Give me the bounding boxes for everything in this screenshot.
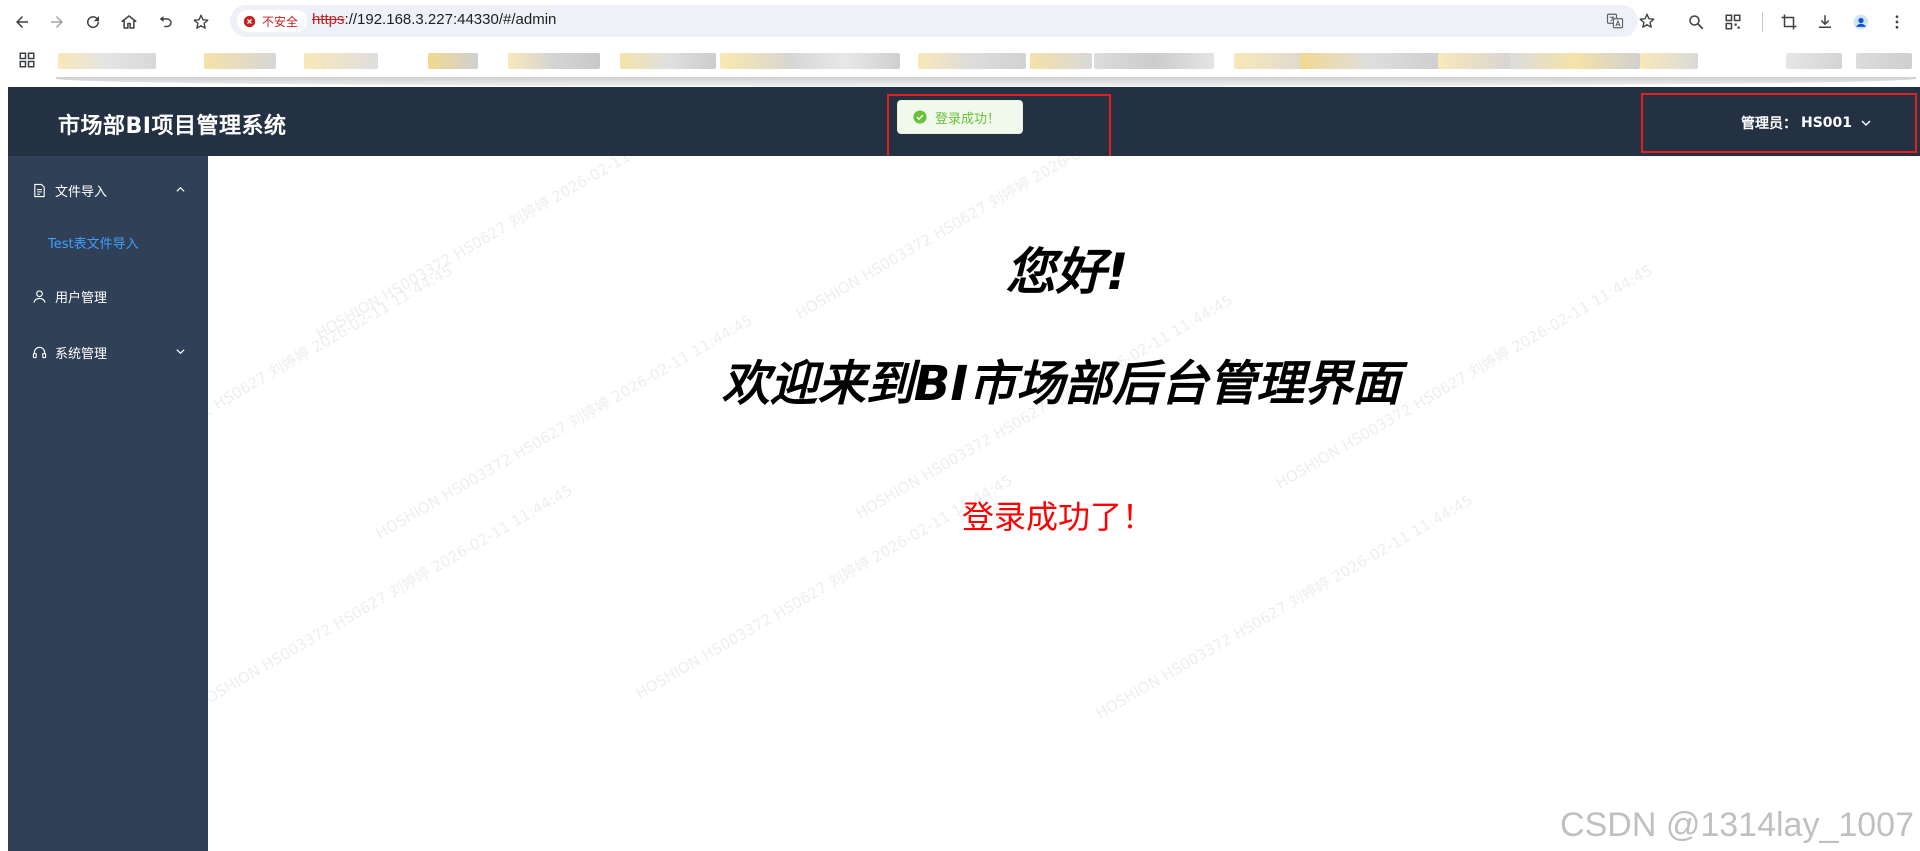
bookmark-item[interactable] xyxy=(1510,53,1640,69)
url-text[interactable]: https://192.168.3.227:44330/#/admin xyxy=(312,11,556,28)
highlight-box-user xyxy=(1641,93,1917,153)
welcome-heading: 欢迎来到BI市场部后台管理界面 xyxy=(721,356,1401,412)
bookmark-item[interactable] xyxy=(1856,53,1912,69)
browser-toolbar: 不安全 https://192.168.3.227:44330/#/admin xyxy=(0,0,1920,43)
more-menu-icon[interactable] xyxy=(1886,11,1908,33)
document-icon xyxy=(34,183,45,197)
greeting-heading: 您好! xyxy=(1005,243,1129,301)
bookmark-item[interactable] xyxy=(1786,53,1842,69)
bookmark-item[interactable] xyxy=(1300,53,1440,69)
sidebar-subitem-label: Test表文件导入 xyxy=(48,236,139,252)
crop-icon[interactable] xyxy=(1778,11,1800,33)
screen: 不安全 https://192.168.3.227:44330/#/admin xyxy=(0,0,1920,851)
bookmark-item[interactable] xyxy=(620,53,716,69)
app-title: 市场部BI项目管理系统 xyxy=(58,114,287,139)
bookmark-item[interactable] xyxy=(1438,53,1514,69)
bookmark-item[interactable] xyxy=(790,53,900,69)
main-content: HOSHION HS003372 HS0627 刘婷婷 2026-02-11 1… xyxy=(208,156,1920,851)
sidebar-item-system-management[interactable]: 系统管理 xyxy=(8,328,208,376)
bookmark-item[interactable] xyxy=(1094,53,1214,69)
sidebar: 文件导入 Test表文件导入 用户管理 系统管理 xyxy=(8,156,208,851)
translate-icon[interactable] xyxy=(1606,12,1624,30)
address-bar[interactable]: 不安全 https://192.168.3.227:44330/#/admin xyxy=(230,5,1655,37)
apps-grid-icon[interactable] xyxy=(16,49,38,71)
zoom-search-icon[interactable] xyxy=(1685,11,1707,33)
chevron-up-icon xyxy=(176,186,185,192)
download-icon[interactable] xyxy=(1814,11,1836,33)
chevron-down-icon xyxy=(176,349,185,355)
reload-icon[interactable] xyxy=(82,11,104,33)
bookmark-star-icon[interactable] xyxy=(190,11,212,33)
bookmark-item[interactable] xyxy=(1640,53,1698,69)
bookmark-item[interactable] xyxy=(428,53,478,69)
url-scheme: https xyxy=(312,11,345,28)
bookmark-item[interactable] xyxy=(204,53,276,69)
url-rest: ://192.168.3.227:44330/#/admin xyxy=(344,11,557,28)
highlight-box-toast xyxy=(887,94,1111,158)
home-icon[interactable] xyxy=(118,11,140,33)
star-icon[interactable] xyxy=(1638,12,1656,30)
profile-avatar-icon[interactable] xyxy=(1850,11,1872,33)
sidebar-item-file-import[interactable]: 文件导入 xyxy=(8,166,208,214)
sidebar-item-label: 用户管理 xyxy=(55,290,108,306)
forward-arrow-icon[interactable] xyxy=(46,11,68,33)
qr-code-icon[interactable] xyxy=(1722,11,1744,33)
sidebar-subitem-test-import[interactable]: Test表文件导入 xyxy=(8,218,208,266)
back-arrow-icon[interactable] xyxy=(11,11,33,33)
toolbar-divider xyxy=(1762,12,1763,32)
headset-icon xyxy=(32,346,47,358)
bookmarks-bar xyxy=(0,43,1920,77)
bookmark-item[interactable] xyxy=(58,53,156,69)
bookmark-item[interactable] xyxy=(720,53,798,69)
bookmark-item[interactable] xyxy=(508,53,600,69)
credit-watermark: CSDN @1314lay_1007 xyxy=(1560,806,1914,844)
security-chip[interactable]: 不安全 xyxy=(237,10,308,32)
sidebar-item-label: 系统管理 xyxy=(55,346,108,362)
security-label: 不安全 xyxy=(262,14,299,29)
warning-icon xyxy=(243,15,256,27)
viewport-edge xyxy=(56,77,1916,87)
bookmark-item[interactable] xyxy=(1030,53,1092,69)
bookmark-item[interactable] xyxy=(304,53,378,69)
sidebar-item-user-management[interactable]: 用户管理 xyxy=(8,272,208,320)
user-icon xyxy=(33,289,46,303)
undo-icon[interactable] xyxy=(154,11,176,33)
bookmark-item[interactable] xyxy=(918,53,1026,69)
login-success-message: 登录成功了！ xyxy=(961,498,1154,536)
sidebar-item-label: 文件导入 xyxy=(55,184,108,200)
